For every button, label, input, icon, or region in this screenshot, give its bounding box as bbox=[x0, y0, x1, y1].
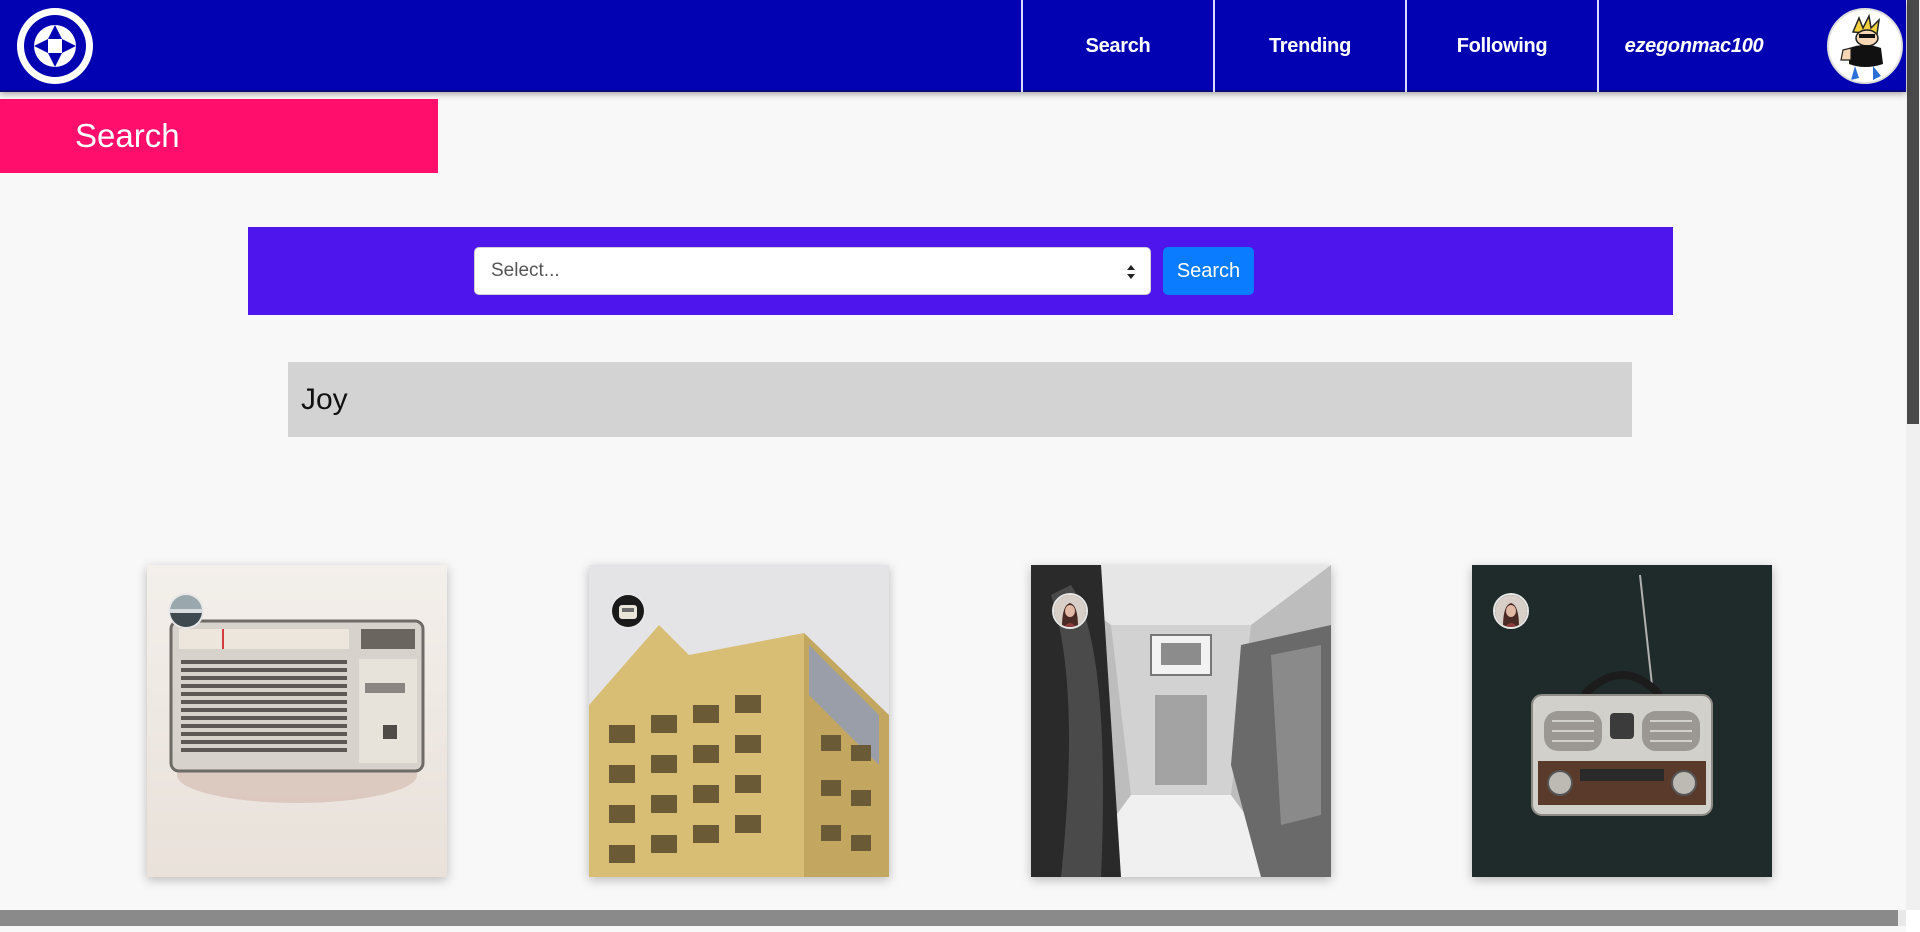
woman-portrait-avatar-icon bbox=[1054, 595, 1086, 627]
uploader-avatar[interactable] bbox=[610, 593, 646, 629]
user-avatar[interactable] bbox=[1827, 8, 1903, 84]
nav-trending-link[interactable]: Trending bbox=[1213, 0, 1405, 92]
photo-card[interactable] bbox=[1472, 565, 1772, 877]
select-updown-icon bbox=[1127, 265, 1135, 279]
object-avatar-icon bbox=[612, 595, 644, 627]
tag-select[interactable]: Select... bbox=[474, 247, 1151, 295]
photo-card[interactable] bbox=[1031, 565, 1331, 877]
nav-links: Search Trending Following ezegonmac100 bbox=[1021, 0, 1789, 92]
horizontal-scrollbar-thumb[interactable] bbox=[0, 910, 1898, 926]
cartoon-character-avatar-icon bbox=[1829, 10, 1901, 82]
camera-aperture-icon[interactable] bbox=[17, 8, 93, 84]
tag-select-placeholder: Select... bbox=[491, 260, 560, 281]
page-title: Search bbox=[0, 99, 438, 173]
vertical-scrollbar-thumb[interactable] bbox=[1907, 0, 1919, 424]
uploader-avatar[interactable] bbox=[168, 593, 204, 629]
uploader-avatar[interactable] bbox=[1493, 593, 1529, 629]
photo-card[interactable] bbox=[589, 565, 889, 877]
nav-username-link[interactable]: ezegonmac100 bbox=[1597, 0, 1789, 92]
top-navbar: Search Trending Following ezegonmac100 bbox=[0, 0, 1906, 92]
nav-search-link[interactable]: Search bbox=[1021, 0, 1213, 92]
landscape-avatar-icon bbox=[170, 595, 202, 627]
photo-card[interactable] bbox=[147, 565, 447, 877]
nav-following-link[interactable]: Following bbox=[1405, 0, 1597, 92]
scrollbar-corner bbox=[1906, 910, 1920, 932]
search-button[interactable]: Search bbox=[1163, 247, 1254, 295]
uploader-avatar[interactable] bbox=[1052, 593, 1088, 629]
search-panel: Select... Search bbox=[248, 227, 1673, 315]
woman-portrait-avatar-icon bbox=[1495, 595, 1527, 627]
search-result-tag: Joy bbox=[288, 362, 1632, 437]
